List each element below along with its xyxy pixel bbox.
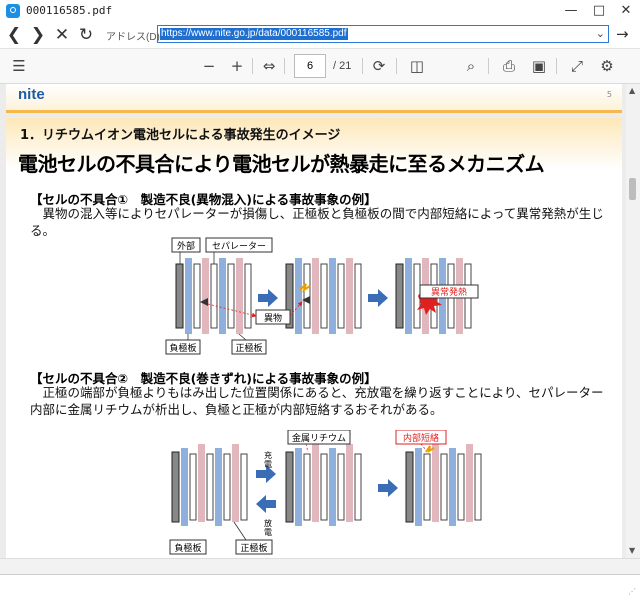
anode-label: 負極板 — [174, 542, 201, 554]
contents-list-icon[interactable]: ☰ — [8, 55, 30, 77]
fullscreen-icon[interactable]: ⤢ — [566, 55, 588, 77]
separator-label: セパレーター — [212, 241, 266, 252]
nite-logo: nite — [18, 86, 45, 103]
resize-grip-icon[interactable]: ⋰ — [628, 587, 636, 596]
vertical-scrollbar[interactable]: ▲ ▼ — [626, 84, 640, 558]
cell-f — [405, 444, 482, 526]
page-number-input[interactable]: 6 — [294, 54, 326, 78]
arrow-left-icon — [256, 495, 276, 513]
abnormal-heat-label: 異常発熱 — [431, 286, 467, 298]
outer-label: 外部 — [177, 240, 195, 252]
forward-icon[interactable]: ❯ — [28, 24, 48, 46]
diagram-foreign-matter: 外部 セパレーター 異物 異常発熱 負極板 正極板 — [165, 237, 479, 355]
arrow-right-icon — [368, 289, 388, 307]
foreign-label: 異物 — [264, 312, 282, 324]
pdf-viewer[interactable]: nite 5 1．リチウムイオン電池セルによる事故発生のイメージ 電池セルの不具… — [0, 84, 626, 558]
divider — [252, 58, 253, 74]
discharge-label-1: 放 — [264, 518, 272, 528]
gear-icon[interactable]: ⚙ — [596, 55, 618, 77]
search-icon[interactable]: ⌕ — [460, 55, 482, 77]
save-icon[interactable]: ▣ — [528, 55, 550, 77]
short-label: 内部短絡 — [403, 432, 439, 444]
divider — [488, 58, 489, 74]
address-label: アドレス(D) — [106, 32, 160, 43]
diagram-winding-misalignment: 充 電 放 電 金属リチウム 内部短絡 負極板 正極板 — [169, 430, 482, 555]
window-title: 000116585.pdf — [26, 4, 113, 17]
scroll-up-icon[interactable]: ▲ — [629, 86, 635, 95]
divider — [556, 58, 557, 74]
divider — [396, 58, 397, 74]
charge-label-1: 充 — [264, 450, 272, 460]
cell-d — [171, 444, 248, 526]
close-button[interactable]: ✕ — [612, 0, 640, 22]
divider — [362, 58, 363, 74]
anode-label: 負極板 — [169, 342, 196, 354]
zoom-in-icon[interactable]: + — [226, 55, 248, 77]
back-icon[interactable]: ❮ — [4, 24, 24, 46]
fit-width-icon[interactable]: ⇔ — [258, 55, 280, 77]
cathode-label: 正極板 — [235, 342, 262, 354]
cell-b — [285, 258, 362, 334]
cell-e — [285, 444, 362, 526]
stop-icon[interactable]: ✕ — [52, 24, 72, 46]
page-view-icon[interactable]: ◫ — [406, 55, 428, 77]
status-bar: ⋰ — [0, 574, 640, 599]
arrow-right-icon — [378, 479, 398, 497]
charge-label-2: 電 — [264, 460, 272, 469]
pdf-page-6: 1．リチウムイオン電池セルによる事故発生のイメージ 電池セルの不具合により電池セ… — [6, 118, 622, 558]
discharge-label-2: 電 — [264, 528, 272, 537]
minimize-button[interactable]: — — [557, 0, 585, 22]
page-title: 電池セルの不具合により電池セルが熱暴走に至るメカニズム — [18, 152, 545, 176]
chevron-down-icon[interactable]: ⌄ — [596, 26, 605, 42]
zoom-out-icon[interactable]: − — [198, 55, 220, 77]
rotate-icon[interactable]: ⟳ — [368, 55, 390, 77]
page-total: / 21 — [333, 60, 352, 72]
pdf-toolbar: ☰ − + ⇔ 6 / 21 ⟳ ◫ ⌕ ⎙ ▣ ⤢ ⚙ — [0, 48, 640, 84]
page-number: 5 — [606, 90, 612, 99]
arrow-right-icon — [258, 289, 278, 307]
url-input[interactable]: https://www.nite.go.jp/data/000116585.pd… — [157, 25, 609, 43]
print-icon[interactable]: ⎙ — [498, 55, 520, 77]
scroll-down-icon[interactable]: ▼ — [629, 546, 635, 555]
horizontal-scrollbar[interactable] — [0, 558, 640, 575]
section2-body: 正極の端部が負極よりもはみ出した位置関係にあると、充放電を繰り返すことにより、セ… — [30, 385, 604, 417]
section1-body: 異物の混入等によりセパレーターが損傷し、正極板と負極板の間で内部短絡によって異常… — [30, 206, 604, 238]
app-icon — [6, 4, 20, 18]
url-text[interactable]: https://www.nite.go.jp/data/000116585.pd… — [160, 28, 348, 40]
address-bar: ❮ ❯ ✕ ↻ アドレス(D) https://www.nite.go.jp/d… — [0, 22, 640, 48]
refresh-icon[interactable]: ↻ — [76, 24, 96, 46]
pdf-page-5: nite 5 — [6, 84, 622, 113]
lithium-label: 金属リチウム — [292, 432, 346, 444]
section-heading: 1．リチウムイオン電池セルによる事故発生のイメージ — [20, 128, 341, 143]
scroll-thumb[interactable] — [629, 178, 636, 200]
maximize-button[interactable]: □ — [585, 0, 613, 22]
title-bar: 000116585.pdf — □ ✕ — [0, 0, 640, 22]
divider — [284, 58, 285, 74]
cathode-label: 正極板 — [240, 542, 267, 554]
cell-a — [175, 258, 252, 334]
go-arrow-icon[interactable]: → — [616, 25, 629, 43]
